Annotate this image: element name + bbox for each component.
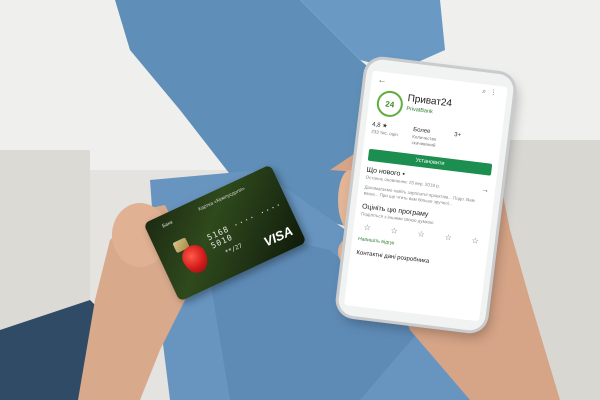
background-photo (0, 0, 600, 400)
visa-logo: VISA (261, 223, 296, 250)
age-stat: 3+ (451, 131, 495, 162)
star-icon[interactable]: ☆ (471, 236, 479, 246)
rating-stat: 4,8 ★ 233 тис. оцін. (369, 121, 413, 152)
card-bank-label: Банк (161, 219, 174, 230)
back-arrow-icon[interactable]: ← (377, 74, 387, 85)
card-expiry: **/27 (224, 242, 244, 257)
privat24-logo-icon: 24 (375, 89, 405, 119)
photo-scene: Банк Картка «Кемпусдоля» 5168 ···· ···· … (0, 0, 600, 400)
developer-name[interactable]: PrivatBank (406, 106, 433, 115)
downloads-stat: Более Количество скачиваний (410, 126, 454, 157)
smartphone: ← ⌕⋮ 24 Приват24 PrivatBank 4,8 ★ 233 ти… (336, 57, 516, 333)
star-icon[interactable]: ☆ (390, 226, 398, 236)
search-menu-icons[interactable]: ⌕⋮ (482, 87, 502, 98)
star-icon[interactable]: ☆ (363, 222, 371, 232)
downloads-label: Количество скачиваний (411, 134, 437, 148)
arrow-right-icon[interactable]: → (481, 185, 490, 195)
star-icon[interactable]: ☆ (444, 232, 452, 242)
star-icon[interactable]: ☆ (417, 229, 425, 239)
phone-screen: ← ⌕⋮ 24 Приват24 PrivatBank 4,8 ★ 233 ти… (344, 70, 508, 322)
